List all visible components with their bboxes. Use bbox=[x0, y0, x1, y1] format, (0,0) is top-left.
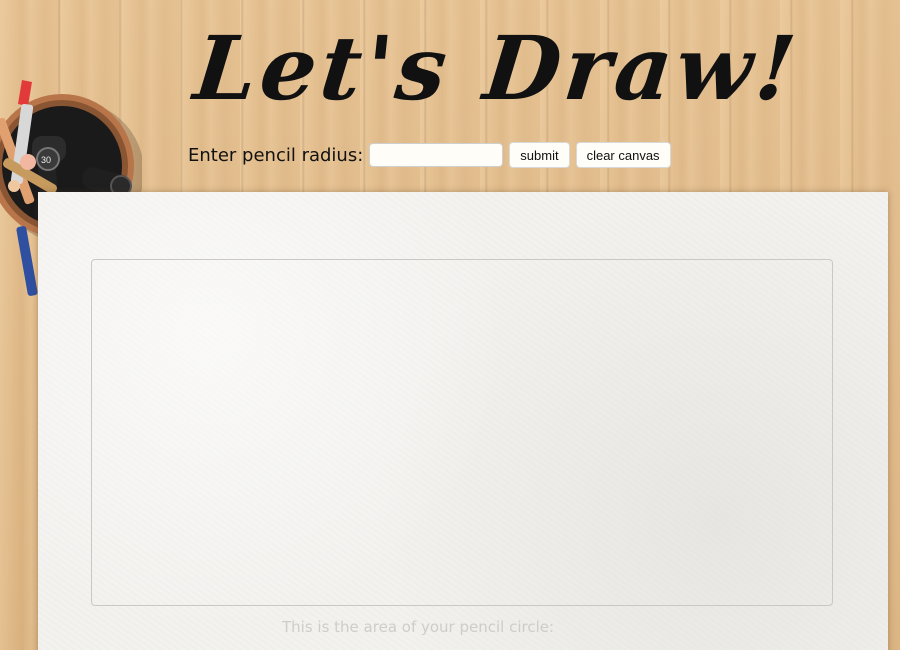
pencil-radius-input[interactable] bbox=[369, 143, 504, 167]
page-title: Let's Draw! bbox=[189, 16, 805, 120]
submit-button[interactable]: submit bbox=[509, 142, 570, 168]
paper-sheet: This is the area of your pencil circle: bbox=[38, 192, 888, 650]
pencil-radius-label: Enter pencil radius: bbox=[188, 144, 364, 166]
cup-label-30: 30 bbox=[41, 155, 51, 165]
pencil-radius-form: Enter pencil radius: submit clear canvas bbox=[188, 140, 677, 170]
clear-canvas-button[interactable]: clear canvas bbox=[575, 142, 671, 168]
drawing-canvas[interactable] bbox=[91, 259, 833, 606]
pencil-area-text: This is the area of your pencil circle: bbox=[282, 618, 555, 636]
